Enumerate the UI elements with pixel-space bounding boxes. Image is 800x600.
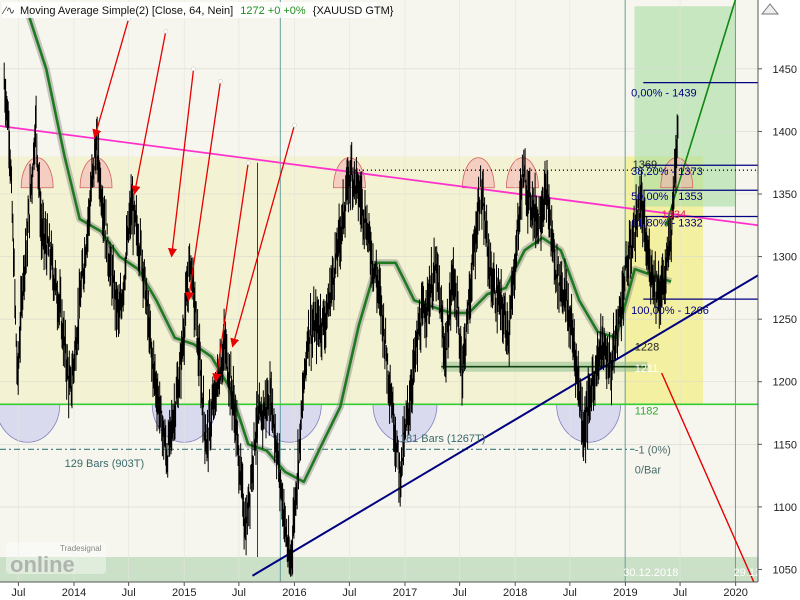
arrow-origin-dot — [218, 79, 223, 84]
chart-root: 0,00% - 1439 38,20% - 1373 50,00% - 1353 61… — [0, 0, 800, 600]
tradesignal-logo: Tradesignal online — [6, 542, 106, 577]
x-tick-label: 2014 — [62, 587, 86, 599]
bars-count-label: 181 Bars (1267T) — [400, 433, 486, 445]
y-tick-label: 1350 — [773, 189, 797, 201]
logo-big-text: online — [10, 552, 75, 577]
readout-value: 1272 +0 +0% — [240, 5, 306, 17]
x-tick-label: Jul — [673, 587, 687, 599]
y-tick-label: 1250 — [773, 314, 797, 326]
arrow-origin-dot — [245, 160, 251, 166]
y-tick-label: 1050 — [773, 564, 797, 576]
y-tick-label: 1150 — [773, 439, 797, 451]
arrow-origin-dot — [163, 28, 169, 34]
y-tick-label: 1450 — [773, 64, 797, 76]
percent-label: -1 (0%) — [635, 444, 671, 456]
chart-icon: ⁄∿ — [1, 5, 15, 17]
x-tick-label: 2017 — [393, 587, 417, 599]
y-tick-label: 1200 — [773, 377, 797, 389]
fib-label: 50,00% - 1353 — [631, 191, 703, 203]
symbol-label: {XAUUSD GTM} — [313, 5, 394, 17]
y-tick-label: 1300 — [773, 252, 797, 264]
level-label: 1228 — [635, 342, 659, 354]
price-chart[interactable]: 0,00% - 143938,20% - 137350,00% - 135361… — [0, 0, 800, 600]
x-tick-label: 2020 — [723, 587, 747, 599]
x-tick-label: Jul — [563, 587, 577, 599]
x-tick-label: 2018 — [503, 587, 527, 599]
svg-text:Moving Average Simple(2) [Clos: Moving Average Simple(2) [Close, 64, Nei… — [20, 5, 394, 17]
fib-label: 0,00% - 1439 — [631, 88, 696, 100]
chart-header: ⁄∿ Moving Average Simple(2) [Close, 64, … — [1, 2, 394, 18]
date-label: 30.12.2018 — [623, 567, 678, 579]
y-tick-label: 1400 — [773, 126, 797, 138]
x-tick-label: Jul — [342, 587, 356, 599]
level-label: 1369 — [633, 159, 657, 171]
x-tick-label: Jul — [232, 587, 246, 599]
x-tick-label: Jul — [122, 587, 136, 599]
x-tick-label: Jul — [453, 587, 467, 599]
level-label: 1182 — [635, 405, 659, 417]
x-tick-label: 2016 — [282, 587, 306, 599]
level-label: 1334 — [662, 209, 686, 221]
bars-count-label: 129 Bars (903T) — [65, 458, 144, 470]
x-tick-label: Jul — [11, 587, 25, 599]
indicator-title: Moving Average Simple(2) [Close, 64, Nei… — [20, 5, 233, 17]
y-tick-label: 1100 — [773, 502, 797, 514]
fib-label: 100,00% - 1266 — [631, 305, 709, 317]
x-tick-label: 2015 — [172, 587, 196, 599]
arrow-origin-dot — [292, 122, 297, 128]
per-bar-label: 0/Bar — [635, 464, 662, 476]
x-tick-label: 2019 — [613, 587, 637, 599]
level-label: 1211 — [635, 363, 659, 375]
arrow-origin-dot — [191, 66, 196, 72]
